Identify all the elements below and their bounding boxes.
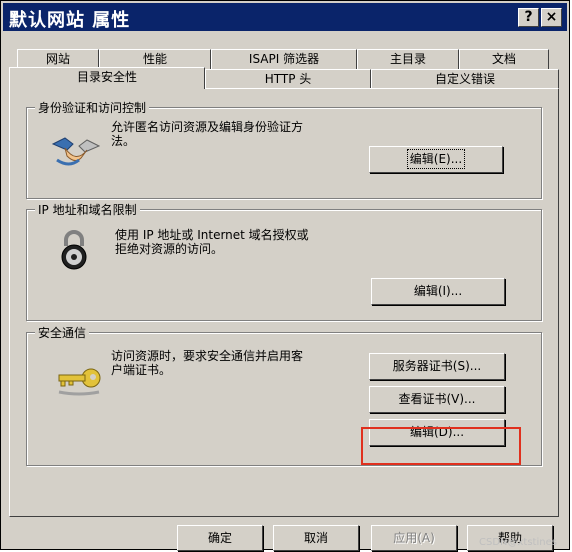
auth-desc-line1: 允许匿名访问资源及编辑身份验证方 — [111, 120, 304, 134]
ip-description: 使用 IP 地址或 Internet 域名授权或 拒绝对资源的访问。 — [115, 228, 395, 256]
highlight-box — [361, 427, 521, 465]
apply-button[interactable]: 应用(A) — [371, 525, 457, 551]
key-icon — [58, 368, 101, 396]
auth-description: 允许匿名访问资源及编辑身份验证方 法。 — [111, 120, 361, 148]
handshake-icon — [51, 137, 101, 166]
secure-desc-line2: 户端证书。 — [111, 363, 172, 377]
auth-group-title: 身份验证和访问控制 — [35, 99, 150, 116]
secure-group-title: 安全通信 — [35, 324, 90, 341]
ip-desc-line2: 拒绝对资源的访问。 — [115, 242, 224, 256]
tab-http-headers[interactable]: HTTP 头 — [205, 69, 371, 89]
watermark-text: CSDN@xtstines — [479, 537, 557, 548]
help-button[interactable]: ? — [518, 8, 539, 27]
properties-dialog: 默认网站 属性 ? × 网站 性能 ISAPI 筛选器 主目录 文档 目录安全性… — [0, 0, 570, 551]
auth-desc-line2: 法。 — [111, 134, 136, 148]
auth-edit-label: 编辑(E)... — [406, 149, 466, 169]
ip-group: IP 地址和域名限制 使用 IP 地址或 Internet 域名授权或 拒绝对资… — [26, 201, 542, 321]
close-button[interactable]: × — [541, 8, 562, 27]
view-cert-label: 查看证书(V)... — [398, 392, 476, 406]
secure-description: 访问资源时，要求安全通信并启用客 户端证书。 — [111, 349, 361, 377]
tab-performance[interactable]: 性能 — [99, 49, 211, 69]
ip-edit-button[interactable]: 编辑(I)... — [371, 278, 505, 305]
ip-edit-label: 编辑(I)... — [413, 284, 463, 298]
padlock-icon — [61, 230, 87, 270]
tab-website[interactable]: 网站 — [17, 49, 99, 69]
ip-desc-line1: 使用 IP 地址或 Internet 域名授权或 — [115, 228, 309, 242]
title-bar: 默认网站 属性 ? × — [3, 3, 567, 31]
view-certificate-button[interactable]: 查看证书(V)... — [369, 386, 505, 413]
secure-desc-line1: 访问资源时，要求安全通信并启用客 — [111, 349, 304, 363]
cancel-button[interactable]: 取消 — [273, 525, 359, 551]
window-title: 默认网站 属性 — [9, 10, 131, 31]
tab-isapi-filters[interactable]: ISAPI 筛选器 — [211, 49, 357, 69]
server-cert-label: 服务器证书(S)... — [392, 359, 482, 373]
tab-home-directory[interactable]: 主目录 — [357, 49, 459, 69]
auth-group: 身份验证和访问控制 允许匿名访问资源及编辑身份验证方 法。 编辑(E)... — [26, 99, 542, 199]
ip-group-title: IP 地址和域名限制 — [35, 201, 140, 218]
auth-edit-button[interactable]: 编辑(E)... — [369, 146, 503, 173]
tab-custom-errors[interactable]: 自定义错误 — [371, 69, 559, 89]
ok-button[interactable]: 确定 — [177, 525, 263, 551]
tab-directory-security[interactable]: 目录安全性 — [9, 67, 205, 89]
tab-documents[interactable]: 文档 — [459, 49, 549, 69]
server-certificate-button[interactable]: 服务器证书(S)... — [369, 353, 505, 380]
